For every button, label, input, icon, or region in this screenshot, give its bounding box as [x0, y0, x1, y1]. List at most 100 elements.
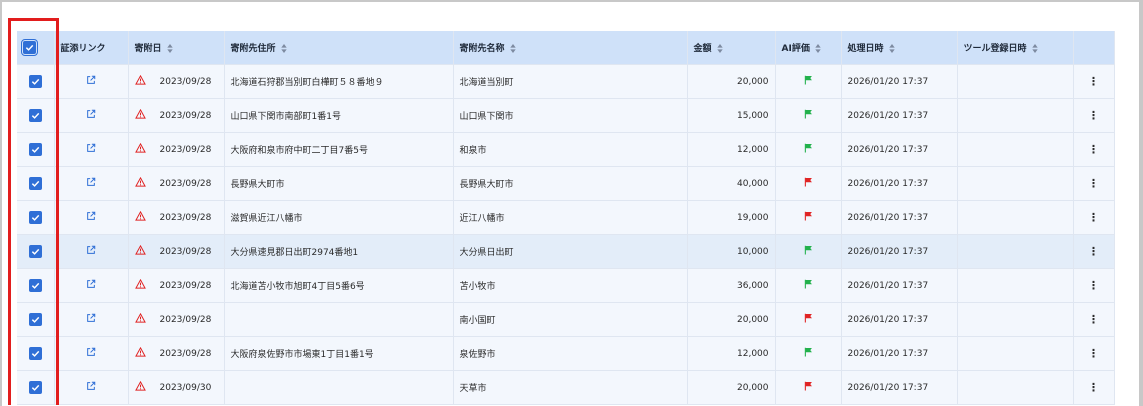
external-link-icon[interactable] [86, 211, 96, 224]
row-link-cell[interactable] [54, 98, 129, 133]
row-link-cell[interactable] [54, 302, 129, 337]
row-checkbox[interactable] [28, 313, 42, 326]
row-link-cell[interactable] [54, 200, 129, 235]
row-link-cell[interactable] [54, 132, 129, 167]
row-name: 山口県下関市 [453, 98, 688, 133]
sort-icon[interactable] [716, 44, 723, 53]
more-vertical-icon[interactable]: ⋮ [1088, 177, 1099, 190]
row-select-cell[interactable] [17, 268, 55, 303]
external-link-icon[interactable] [86, 381, 96, 394]
row-actions-cell[interactable]: ⋮ [1073, 234, 1115, 269]
row-link-cell[interactable] [54, 166, 129, 201]
row-donation-date: 2023/09/28 [128, 268, 225, 303]
row-checkbox[interactable] [28, 211, 42, 224]
flag-icon [804, 245, 813, 258]
row-link-cell[interactable] [54, 234, 129, 269]
sort-icon[interactable] [1031, 44, 1038, 53]
more-vertical-icon[interactable]: ⋮ [1088, 381, 1099, 394]
more-vertical-icon[interactable]: ⋮ [1088, 109, 1099, 122]
row-donation-date: 2023/09/28 [128, 132, 225, 167]
row-registered-at [957, 98, 1074, 133]
row-actions-cell[interactable]: ⋮ [1073, 268, 1115, 303]
row-select-cell[interactable] [17, 166, 55, 201]
sort-icon[interactable] [166, 44, 173, 53]
sort-icon[interactable] [509, 44, 516, 53]
row-select-cell[interactable] [17, 98, 55, 133]
row-checkbox[interactable] [28, 177, 42, 190]
row-actions-cell[interactable]: ⋮ [1073, 336, 1115, 371]
row-checkbox[interactable] [28, 143, 42, 156]
row-actions-cell[interactable]: ⋮ [1073, 302, 1115, 337]
row-actions-cell[interactable]: ⋮ [1073, 132, 1115, 167]
table-row[interactable]: 2023/09/28 長野県大町市 長野県大町市 40,000 2026/01/20 1… [17, 166, 1115, 201]
row-address [224, 302, 454, 337]
row-registered-at [957, 336, 1074, 371]
header-address[interactable]: 寄附先住所 [224, 31, 454, 65]
row-checkbox[interactable] [28, 245, 42, 258]
row-actions-cell[interactable]: ⋮ [1073, 64, 1115, 99]
row-select-cell[interactable] [17, 200, 55, 235]
select-all-checkbox[interactable] [21, 39, 38, 56]
row-actions-cell[interactable]: ⋮ [1073, 370, 1115, 405]
row-actions-cell[interactable]: ⋮ [1073, 166, 1115, 201]
row-select-cell[interactable] [17, 234, 55, 269]
row-amount: 10,000 [687, 234, 776, 269]
table-row[interactable]: 2023/09/28 北海道苫小牧市旭町4丁目5番6号 苫小牧市 36,000 2026… [17, 268, 1115, 303]
row-link-cell[interactable] [54, 64, 129, 99]
table-row[interactable]: 2023/09/28 南小国町 20,000 2026/01/20 17:37 ⋮ [17, 302, 1115, 337]
table-row[interactable]: 2023/09/28 大分県速見郡日出町2974番地1 大分県日出町 10,000 20… [17, 234, 1115, 269]
row-checkbox[interactable] [28, 381, 42, 394]
header-ai-eval[interactable]: AI評価 [775, 31, 842, 65]
more-vertical-icon[interactable]: ⋮ [1088, 245, 1099, 258]
header-processed-at[interactable]: 処理日時 [841, 31, 958, 65]
sort-icon[interactable] [280, 44, 287, 53]
header-registered-at[interactable]: ツール登録日時 [957, 31, 1074, 65]
external-link-icon[interactable] [86, 177, 96, 190]
external-link-icon[interactable] [86, 245, 96, 258]
row-select-cell[interactable] [17, 132, 55, 167]
more-vertical-icon[interactable]: ⋮ [1088, 279, 1099, 292]
select-all-cell[interactable] [17, 31, 55, 65]
table-row[interactable]: 2023/09/28 滋賀県近江八幡市 近江八幡市 19,000 2026/01/20 … [17, 200, 1115, 235]
external-link-icon[interactable] [86, 347, 96, 360]
header-amount[interactable]: 金額 [687, 31, 776, 65]
external-link-icon[interactable] [86, 109, 96, 122]
row-checkbox[interactable] [28, 75, 42, 88]
row-name: 和泉市 [453, 132, 688, 167]
header-donation-date[interactable]: 寄附日 [128, 31, 225, 65]
row-amount: 20,000 [687, 302, 776, 337]
row-checkbox[interactable] [28, 347, 42, 360]
more-vertical-icon[interactable]: ⋮ [1088, 313, 1099, 326]
more-vertical-icon[interactable]: ⋮ [1088, 75, 1099, 88]
table-row[interactable]: 2023/09/28 大阪府和泉市府中町二丁目7番5号 和泉市 12,000 2026/… [17, 132, 1115, 167]
row-checkbox[interactable] [28, 109, 42, 122]
row-select-cell[interactable] [17, 370, 55, 405]
warning-icon [134, 312, 146, 326]
row-select-cell[interactable] [17, 64, 55, 99]
more-vertical-icon[interactable]: ⋮ [1088, 347, 1099, 360]
row-actions-cell[interactable]: ⋮ [1073, 98, 1115, 133]
row-link-cell[interactable] [54, 370, 129, 405]
table-row[interactable]: 2023/09/28 大阪府泉佐野市市場東1丁目1番1号 泉佐野市 12,000 202… [17, 336, 1115, 371]
row-link-cell[interactable] [54, 336, 129, 371]
row-checkbox[interactable] [28, 279, 42, 292]
sort-icon[interactable] [815, 44, 821, 53]
table-row[interactable]: 2023/09/28 山口県下関市南部町1番1号 山口県下関市 15,000 2026/… [17, 98, 1115, 133]
row-address: 北海道石狩郡当別町白樺町５８番地９ [224, 64, 454, 99]
row-ai-eval [775, 268, 842, 303]
external-link-icon[interactable] [86, 279, 96, 292]
more-vertical-icon[interactable]: ⋮ [1088, 211, 1099, 224]
table-row[interactable]: 2023/09/30 天草市 20,000 2026/01/20 17:37 ⋮ [17, 370, 1115, 405]
sort-icon[interactable] [888, 44, 895, 53]
external-link-icon[interactable] [86, 75, 96, 88]
row-actions-cell[interactable]: ⋮ [1073, 200, 1115, 235]
external-link-icon[interactable] [86, 313, 96, 326]
external-link-icon[interactable] [86, 143, 96, 156]
row-address: 大阪府和泉市府中町二丁目7番5号 [224, 132, 454, 167]
more-vertical-icon[interactable]: ⋮ [1088, 143, 1099, 156]
table-row[interactable]: 2023/09/28 北海道石狩郡当別町白樺町５８番地９ 北海道当別町 20,000 2… [17, 64, 1115, 99]
row-select-cell[interactable] [17, 302, 55, 337]
row-select-cell[interactable] [17, 336, 55, 371]
header-name[interactable]: 寄附先名称 [453, 31, 688, 65]
row-link-cell[interactable] [54, 268, 129, 303]
